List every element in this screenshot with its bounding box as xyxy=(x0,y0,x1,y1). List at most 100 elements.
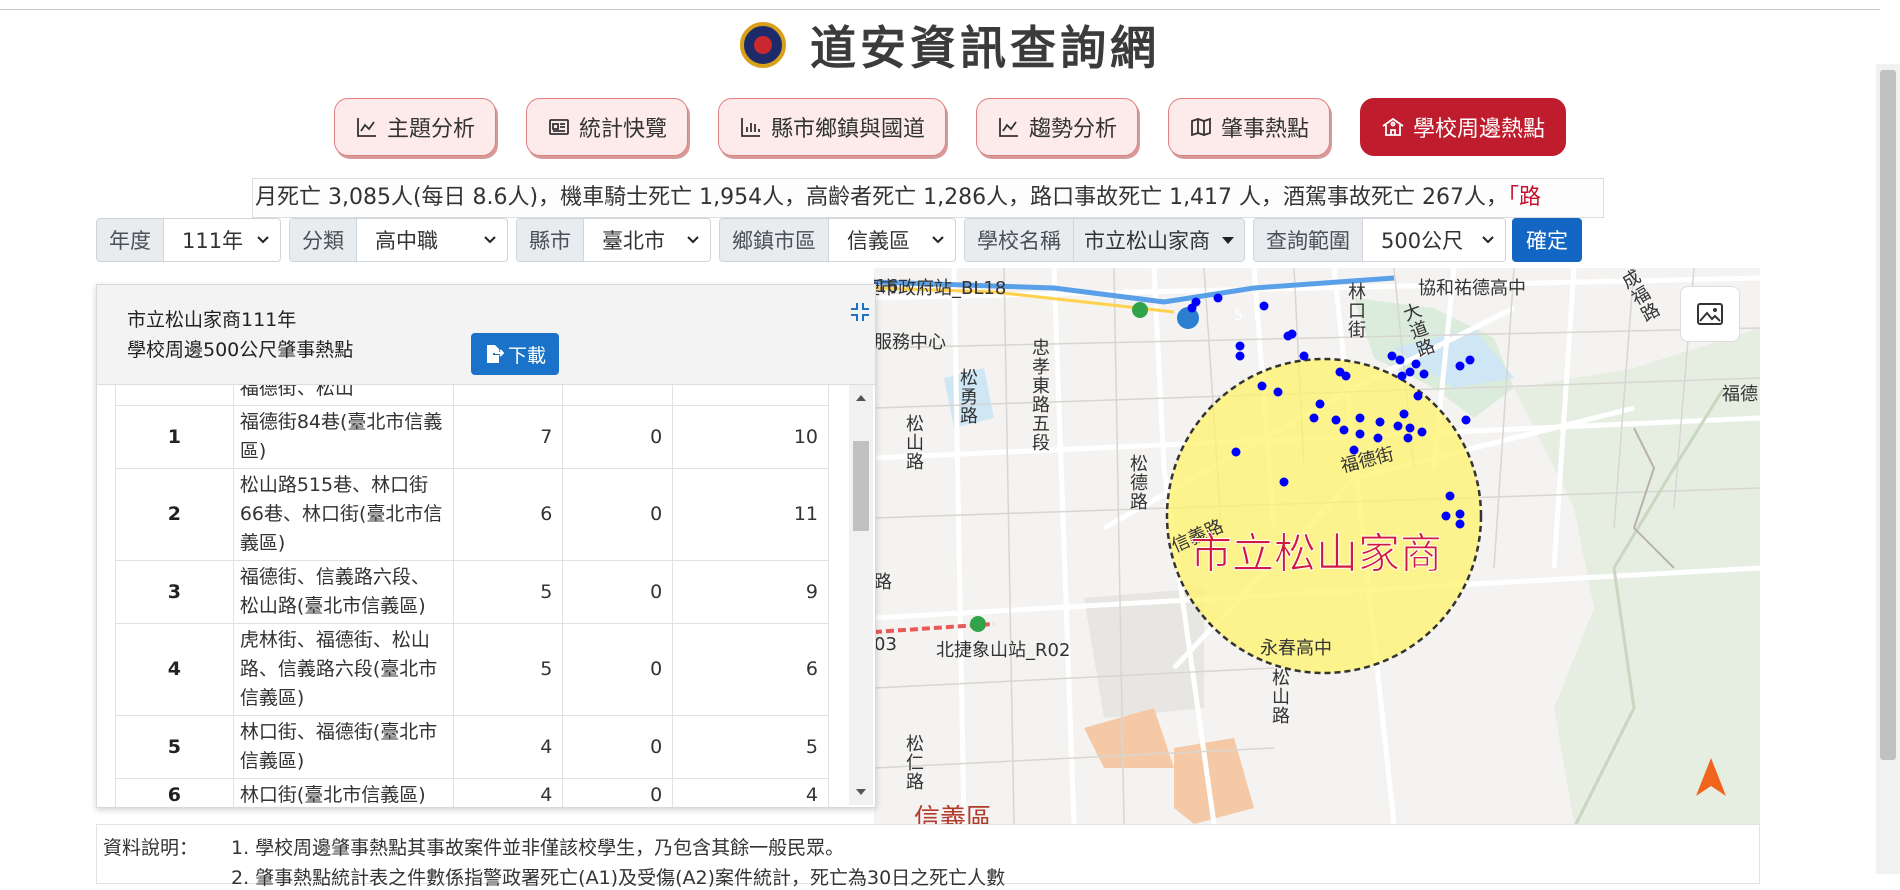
row-count-b: 0 xyxy=(562,405,674,469)
hotspot-dot xyxy=(1187,303,1197,313)
row-rank: 2 xyxy=(115,468,234,561)
marquee-tail: 「路 xyxy=(1508,185,1542,210)
row-location: 松山路515巷、林口街66巷、林口街(臺北市信義區) xyxy=(232,468,454,561)
category-select[interactable]: 高中職 xyxy=(357,219,507,261)
district-filter: 鄉鎮市區 信義區 xyxy=(719,218,956,262)
hotspot-dot xyxy=(1455,509,1465,519)
hotspot-dot xyxy=(1405,423,1415,433)
map-icon xyxy=(1191,117,1211,137)
hotspot-dot xyxy=(1331,415,1341,425)
hotspot-panel: 市立松山家商111年 學校周邊500公尺肇事熱點 下載 福德街、松山 1 福德街84… xyxy=(96,284,876,808)
map-label-station-top: 北捷市政府站_BL18 xyxy=(874,278,1007,299)
export-image-button[interactable] xyxy=(1680,286,1740,342)
table-row: 2 松山路515巷、林口街66巷、林口街(臺北市信義區) 6 0 11 xyxy=(115,468,829,561)
row-count-a: 5 xyxy=(452,623,564,716)
district-select[interactable]: 信義區 xyxy=(829,219,955,261)
nav-label: 主題分析 xyxy=(386,117,475,142)
panel-title-line1: 市立松山家商111年 xyxy=(127,309,297,331)
nav-topic-analysis[interactable]: 主題分析 xyxy=(333,98,496,156)
image-icon xyxy=(1697,303,1723,325)
row-rank: 6 xyxy=(115,778,234,807)
collapse-icon[interactable] xyxy=(849,301,871,323)
nav-label: 肇事熱點 xyxy=(1221,117,1310,142)
row-count-b: 0 xyxy=(562,715,674,779)
map-label-station-r03: 03 xyxy=(874,634,897,655)
year-select[interactable]: 111年 xyxy=(164,219,280,261)
row-count-a: 4 xyxy=(452,715,564,779)
north-arrow-icon xyxy=(1696,758,1726,796)
map-label-road-songren: 松仁路 xyxy=(903,734,924,791)
nav-county-highway[interactable]: 縣市鄉鎮與國道 xyxy=(717,98,946,156)
row-count-a: 5 xyxy=(452,560,564,624)
row-count-c: 5 xyxy=(672,715,829,779)
range-select[interactable]: 500公尺 xyxy=(1363,219,1505,261)
marquee-text: 月死亡 3,085人(每日 8.6人)，機車騎士死亡 1,954人，高齡者死亡 … xyxy=(255,185,1542,210)
hotspot-dot xyxy=(1273,387,1283,397)
hotspot-dot xyxy=(1375,417,1385,427)
notes-line1: 1. 學校周邊肇事熱點其事故案件並非僅該校學生，乃包含其餘一般民眾。 xyxy=(231,837,845,859)
hotspot-dot xyxy=(1387,351,1397,361)
hotspot-dot xyxy=(1341,371,1351,381)
map-label-road-songshan2: 松山路 xyxy=(1269,668,1290,725)
row-location: 福德街、松山 xyxy=(232,385,454,406)
data-notes: 資料說明： 1. 學校周邊肇事熱點其事故案件並非僅該校學生，乃包含其餘一般民眾。… xyxy=(96,824,1760,889)
row-rank: 4 xyxy=(115,623,234,716)
row-count-b: 0 xyxy=(562,468,674,561)
row-count-b: 0 xyxy=(562,778,674,807)
school-dropdown[interactable]: 市立松山家商 xyxy=(1074,219,1244,261)
nav-accident-hotspots[interactable]: 肇事熱點 xyxy=(1168,98,1331,156)
row-count-c: 6 xyxy=(672,623,829,716)
scroll-up-icon[interactable] xyxy=(856,395,866,401)
city-select[interactable]: 臺北市 xyxy=(584,219,710,261)
hotspot-map[interactable]: 北捷永春站_BL16 北捷市政府站_BL18 服務中心 協和祐德高中 永春高中 … xyxy=(874,268,1760,824)
hotspot-dot xyxy=(1279,477,1289,487)
row-location: 福德街、信義路六段、松山路(臺北市信義區) xyxy=(232,560,454,624)
table-scrollbar[interactable] xyxy=(849,385,873,805)
category-filter: 分類 高中職 xyxy=(289,218,508,262)
hotspot-dot xyxy=(1231,447,1241,457)
category-label: 分類 xyxy=(290,219,357,261)
confirm-button[interactable]: 確定 xyxy=(1512,218,1582,262)
hotspot-dot xyxy=(1213,293,1223,303)
page-scrollbar-thumb[interactable] xyxy=(1880,70,1896,760)
hotspot-dot xyxy=(1235,351,1245,361)
row-count-c: 11 xyxy=(672,468,829,561)
nav-label: 統計快覽 xyxy=(578,117,667,142)
nav-statistics-overview[interactable]: 統計快覽 xyxy=(525,98,688,156)
hotspot-dot xyxy=(1455,361,1465,371)
map-label-service: 服務中心 xyxy=(874,332,946,353)
table-row: 5 林口街、福德街(臺北市信義區) 4 0 5 xyxy=(115,715,829,779)
page-scrollbar[interactable] xyxy=(1876,64,1900,874)
year-filter: 年度 111年 xyxy=(96,218,281,262)
table-row: 福德街、松山 xyxy=(115,385,829,406)
hotspot-dot xyxy=(1413,391,1423,401)
table-row: 3 福德街、信義路六段、松山路(臺北市信義區) 5 0 9 xyxy=(115,560,829,624)
caret-down-icon xyxy=(1222,236,1234,244)
row-count-a xyxy=(452,385,564,406)
download-button[interactable]: 下載 xyxy=(471,333,559,375)
hotspot-dot xyxy=(1309,413,1319,423)
row-count-a: 4 xyxy=(452,778,564,807)
area-chart-icon xyxy=(357,118,376,137)
nav-trend-analysis[interactable]: 趨勢分析 xyxy=(976,98,1139,156)
hotspot-dot xyxy=(1393,421,1403,431)
school-icon xyxy=(1382,117,1404,136)
hotspot-table-wrap[interactable]: 福德街、松山 1 福德街84巷(臺北市信義區) 7 0 10 2 松山路515巷、林口街66巷… xyxy=(115,385,829,807)
table-scrollbar-thumb[interactable] xyxy=(853,441,869,531)
hotspot-dot xyxy=(1445,491,1455,501)
hotspot-dot xyxy=(1465,355,1475,365)
news-marquee: 月死亡 3,085人(每日 8.6人)，機車騎士死亡 1,954人，高齡者死亡 … xyxy=(252,178,1604,218)
row-count-b: 0 xyxy=(562,560,674,624)
hotspot-dot xyxy=(1355,429,1365,439)
row-rank xyxy=(115,385,234,406)
map-label-school2: 協和祐德高中 xyxy=(1418,278,1526,299)
hotspot-dot xyxy=(1283,331,1293,341)
hotspot-dot xyxy=(1399,409,1409,419)
scroll-down-icon[interactable] xyxy=(856,789,866,795)
table-row: 4 虎林街、福德街、松山路、信義路六段(臺北市信義區) 5 0 6 xyxy=(115,623,829,716)
range-filter: 查詢範圍 500公尺 xyxy=(1253,218,1506,262)
hotspot-dot xyxy=(1455,519,1465,529)
nav-school-hotspots[interactable]: 學校周邊熱點 xyxy=(1360,98,1567,156)
row-rank: 1 xyxy=(115,405,234,469)
hotspot-dot xyxy=(1403,433,1413,443)
